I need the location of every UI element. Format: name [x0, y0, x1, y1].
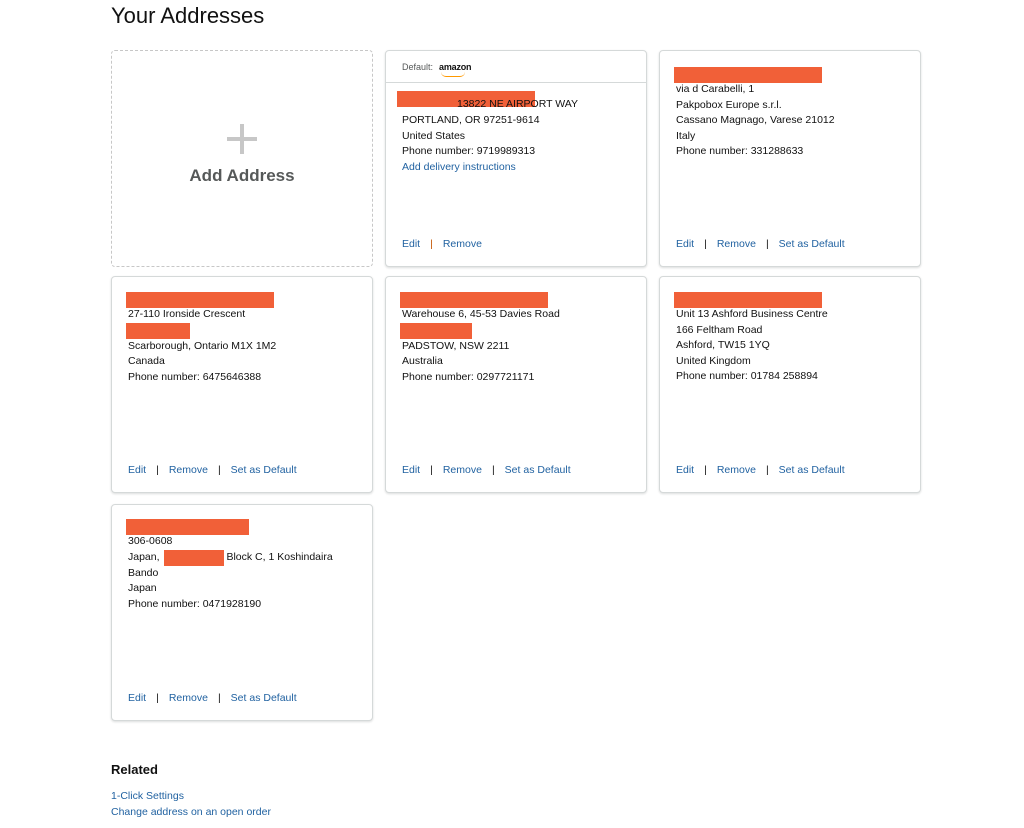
edit-link[interactable]: Edit [128, 692, 146, 704]
separator: | [430, 464, 433, 476]
separator: | [491, 464, 495, 476]
edit-link[interactable]: Edit [402, 464, 420, 476]
add-address-label: Add Address [189, 165, 295, 185]
address-body: Warehouse 6, 45-53 Davies Road PADSTOW, … [386, 277, 646, 385]
address-line: Unit 13 Ashford Business Centre [676, 308, 828, 320]
remove-link[interactable]: Remove [443, 238, 482, 250]
set-default-link[interactable]: Set as Default [505, 464, 571, 476]
address-line: Japan, Block C, 1 Koshindaira [128, 549, 372, 566]
address-body: 13822 NE AIRPORT WAY PORTLAND, OR 97251-… [386, 83, 646, 175]
card-actions: Edit | Remove | Set as Default [676, 238, 845, 250]
address-card-canada: 27-110 Ironside Crescent Scarborough, On… [111, 276, 373, 493]
redacted-name [400, 292, 548, 308]
related-heading: Related [111, 762, 158, 777]
phone-number: Phone number: 6475646388 [128, 370, 262, 383]
phone-number: Phone number: 01784 258894 [676, 370, 818, 383]
phone-number: Phone number: 331288633 [676, 145, 804, 158]
remove-link[interactable]: Remove [717, 238, 756, 250]
redacted-name [126, 292, 274, 308]
address-line: Cassano Magnago, Varese 21012 [676, 114, 835, 127]
change-address-open-order-link[interactable]: Change address on an open order [111, 806, 271, 818]
address-card-japan: 306-0608 Japan, Block C, 1 Koshindaira B… [111, 504, 373, 721]
remove-link[interactable]: Remove [717, 464, 756, 476]
add-address-card[interactable]: Add Address [111, 50, 373, 267]
address-body: Unit 13 Ashford Business Centre 166 Felt… [660, 277, 920, 385]
remove-link[interactable]: Remove [443, 464, 482, 476]
separator: | [704, 464, 707, 476]
separator: | [217, 464, 221, 476]
plus-icon [227, 123, 257, 154]
address-line: Pakpobox Europe s.r.l. [676, 98, 782, 111]
phone-number: Phone number: 0471928190 [128, 597, 262, 610]
redacted-line [400, 322, 472, 339]
add-delivery-instructions-link[interactable]: Add delivery instructions [402, 161, 516, 173]
address-line: United Kingdom [676, 354, 751, 367]
card-actions: Edit | Remove | Set as Default [402, 464, 571, 476]
address-line: 13822 NE AIRPORT WAY [457, 98, 578, 110]
address-body: 27-110 Ironside Crescent Scarborough, On… [112, 277, 372, 385]
card-actions: Edit | Remove | Set as Default [128, 692, 297, 704]
address-line: Bando [128, 566, 159, 579]
edit-link[interactable]: Edit [676, 464, 694, 476]
address-line: Ashford, TW15 1YQ [676, 339, 770, 352]
address-line: Australia [402, 355, 443, 368]
address-card-default: Default: amazon 13822 NE AIRPORT WAY POR… [385, 50, 647, 267]
separator: | [765, 464, 769, 476]
address-card-australia: Warehouse 6, 45-53 Davies Road PADSTOW, … [385, 276, 647, 493]
phone-number: Phone number: 0297721171 [402, 370, 535, 383]
separator: | [765, 238, 769, 250]
address-body: 306-0608 Japan, Block C, 1 Koshindaira B… [112, 505, 372, 612]
redacted-name [674, 67, 822, 83]
one-click-settings-link[interactable]: 1-Click Settings [111, 790, 184, 802]
phone-number: Phone number: 9719989313 [402, 145, 536, 158]
address-line: PORTLAND, OR 97251-9614 [402, 114, 540, 126]
default-label: Default: [402, 62, 434, 72]
separator: | [217, 692, 221, 704]
address-line: Italy [676, 129, 696, 142]
set-default-link[interactable]: Set as Default [779, 464, 845, 476]
card-actions: Edit | Remove [402, 238, 482, 250]
set-default-link[interactable]: Set as Default [231, 464, 297, 476]
address-card-uk: Unit 13 Ashford Business Centre 166 Felt… [659, 276, 921, 493]
address-line: Warehouse 6, 45-53 Davies Road [402, 308, 560, 320]
redacted-segment [164, 549, 225, 566]
separator: | [156, 464, 159, 476]
amazon-logo-icon: amazon [439, 62, 472, 77]
card-actions: Edit | Remove | Set as Default [676, 464, 845, 476]
edit-link[interactable]: Edit [676, 238, 694, 250]
address-line: via d Carabelli, 1 [676, 83, 755, 95]
default-strip: Default: amazon [386, 51, 646, 83]
set-default-link[interactable]: Set as Default [231, 692, 297, 704]
address-body: via d Carabelli, 1 Pakpobox Europe s.r.l… [660, 51, 920, 160]
set-default-link[interactable]: Set as Default [779, 238, 845, 250]
page-title: Your Addresses [111, 3, 265, 28]
address-card-italy: via d Carabelli, 1 Pakpobox Europe s.r.l… [659, 50, 921, 267]
edit-link[interactable]: Edit [402, 238, 420, 250]
redacted-name [126, 519, 249, 535]
separator: | [704, 238, 707, 250]
address-line: Scarborough, Ontario M1X 1M2 [128, 339, 277, 352]
card-actions: Edit | Remove | Set as Default [128, 464, 297, 476]
redacted-name [674, 292, 822, 308]
address-line: Canada [128, 355, 165, 368]
address-line: United States [402, 129, 466, 142]
remove-link[interactable]: Remove [169, 464, 208, 476]
address-line: 306-0608 [128, 535, 173, 547]
address-line: 27-110 Ironside Crescent [128, 308, 246, 320]
separator: | [156, 692, 159, 704]
redacted-line [126, 322, 190, 339]
separator: | [430, 238, 433, 250]
edit-link[interactable]: Edit [128, 464, 146, 476]
address-line: PADSTOW, NSW 2211 [402, 339, 510, 352]
remove-link[interactable]: Remove [169, 692, 208, 704]
address-line: Japan [128, 582, 157, 595]
address-line: 166 Feltham Road [676, 323, 763, 336]
